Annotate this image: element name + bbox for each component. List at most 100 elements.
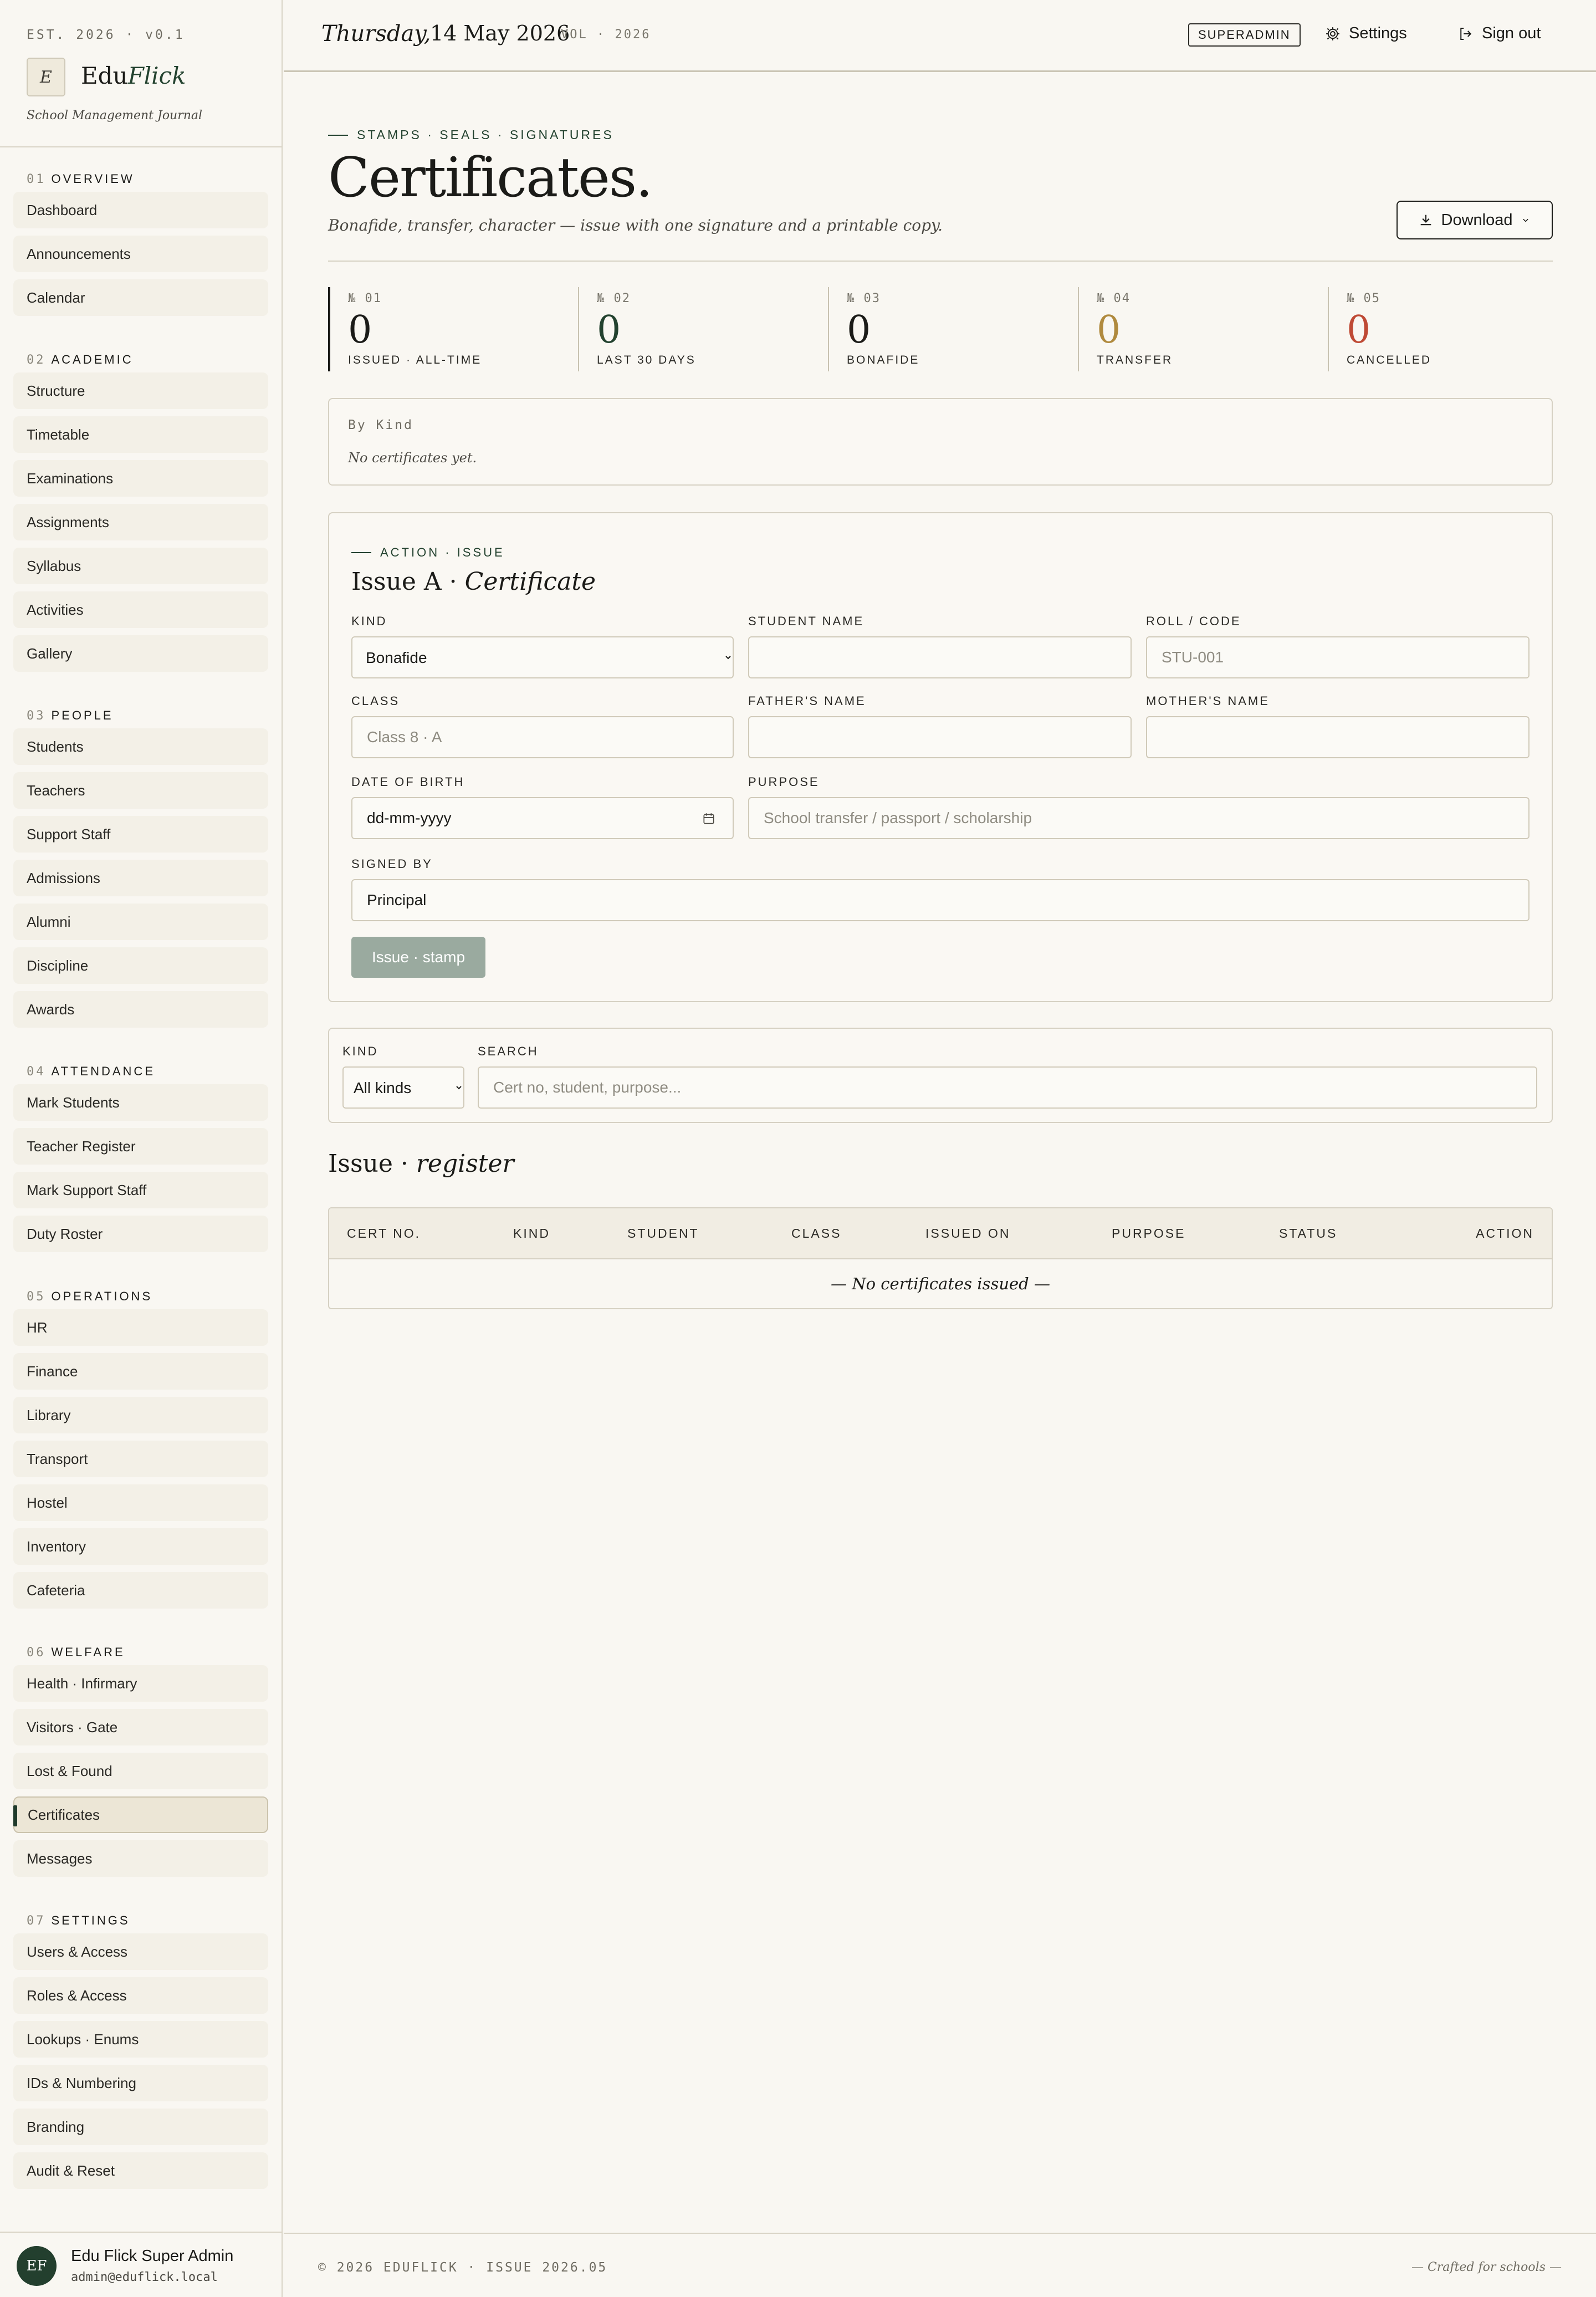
sidebar-item-support-staff[interactable]: Support Staff	[13, 816, 268, 853]
stat-card: № 01 0 ISSUED · ALL-TIME	[328, 287, 572, 371]
settings-link[interactable]: Settings	[1324, 24, 1407, 43]
sidebar-item-lookups-enums[interactable]: Lookups · Enums	[13, 2021, 268, 2058]
table-empty-row: — No certificates issued —	[831, 1274, 1050, 1293]
sidebar-item-activities[interactable]: Activities	[13, 591, 268, 628]
stat-value: 0	[847, 308, 871, 352]
purpose-input[interactable]	[748, 797, 1530, 839]
sidebar-item-duty-roster[interactable]: Duty Roster	[13, 1216, 268, 1252]
student-name-input[interactable]	[748, 636, 1132, 678]
filter-kind-select[interactable]: All kinds	[342, 1066, 464, 1109]
sidebar-item-inventory[interactable]: Inventory	[13, 1528, 268, 1565]
sidebar-item-dashboard[interactable]: Dashboard	[13, 192, 268, 228]
download-icon	[1420, 215, 1431, 226]
brand-name[interactable]: EduFlick	[81, 62, 186, 89]
sidebar-item-assignments[interactable]: Assignments	[13, 504, 268, 540]
sidebar-item-branding[interactable]: Branding	[13, 2109, 268, 2145]
column-header-student[interactable]: STUDENT	[627, 1226, 699, 1241]
stat-value: 0	[1347, 308, 1371, 352]
nav-section-title: WELFARE	[51, 1645, 125, 1659]
father-name-label: FATHER'S NAME	[748, 694, 866, 708]
sidebar-item-finance[interactable]: Finance	[13, 1353, 268, 1390]
download-button[interactable]: Download	[1396, 201, 1553, 239]
sidebar-item-hr[interactable]: HR	[13, 1309, 268, 1346]
purpose-label: PURPOSE	[748, 775, 820, 789]
nav-section-overview: 01 OVERVIEW	[27, 172, 135, 186]
header-vol: VOL · 2026	[561, 28, 651, 42]
sidebar-item-ids-numbering[interactable]: IDs & Numbering	[13, 2065, 268, 2101]
sidebar-item-health-infirmary[interactable]: Health · Infirmary	[13, 1665, 268, 1702]
kind-label: KIND	[351, 614, 387, 628]
column-header-purpose[interactable]: PURPOSE	[1112, 1226, 1185, 1241]
search-label: SEARCH	[478, 1044, 539, 1058]
sidebar-item-certificates[interactable]: Certificates	[13, 1796, 268, 1833]
dob-input[interactable]	[351, 797, 734, 839]
sidebar: EST. 2026 · v0.1 E EduFlick School Manag…	[0, 0, 283, 2297]
role-badge: SUPERADMIN	[1188, 23, 1301, 47]
mother-name-label: MOTHER'S NAME	[1146, 694, 1270, 708]
sidebar-item-syllabus[interactable]: Syllabus	[13, 548, 268, 584]
nav-section-attendance: 04 ATTENDANCE	[27, 1064, 155, 1079]
column-header-cert-no[interactable]: CERT NO.	[347, 1226, 421, 1241]
stat-label: BONAFIDE	[847, 354, 920, 366]
brand-logo[interactable]: E	[27, 58, 65, 96]
class-input[interactable]	[351, 716, 734, 758]
sidebar-item-library[interactable]: Library	[13, 1397, 268, 1433]
sidebar-item-users-access[interactable]: Users & Access	[13, 1933, 268, 1970]
sidebar-item-discipline[interactable]: Discipline	[13, 947, 268, 984]
stat-number: № 02	[597, 292, 631, 305]
header-day: Thursday,	[321, 21, 431, 47]
issue-title: Issue A · Certificate	[351, 568, 596, 596]
gear-icon	[1326, 27, 1339, 40]
sidebar-item-mark-support-staff[interactable]: Mark Support Staff	[13, 1172, 268, 1208]
signed-by-input[interactable]	[351, 879, 1530, 921]
page-subtitle: Bonafide, transfer, character — issue wi…	[328, 216, 943, 234]
sidebar-item-hostel[interactable]: Hostel	[13, 1484, 268, 1521]
stat-card: № 05 0 CANCELLED	[1328, 287, 1572, 371]
brand-est: EST. 2026 · v0.1	[27, 28, 185, 42]
nav-section-number: 01	[27, 172, 46, 186]
filter-card: KIND All kinds SEARCH	[328, 1028, 1553, 1123]
page-title: Certificates.	[328, 146, 653, 210]
stat-card: № 02 0 LAST 30 DAYS	[578, 287, 822, 371]
sidebar-item-examinations[interactable]: Examinations	[13, 460, 268, 497]
nav-section-people: 03 PEOPLE	[27, 708, 114, 723]
signout-link[interactable]: Sign out	[1457, 24, 1541, 43]
sidebar-item-announcements[interactable]: Announcements	[13, 236, 268, 272]
father-name-input[interactable]	[748, 716, 1132, 758]
sidebar-item-mark-students[interactable]: Mark Students	[13, 1084, 268, 1121]
sidebar-item-lost-found[interactable]: Lost & Found	[13, 1753, 268, 1789]
stat-number: № 03	[847, 292, 881, 305]
sidebar-item-cafeteria[interactable]: Cafeteria	[13, 1572, 268, 1609]
column-header-issued-on[interactable]: ISSUED ON	[925, 1226, 1011, 1241]
calendar-icon[interactable]	[702, 811, 716, 826]
sidebar-item-teacher-register[interactable]: Teacher Register	[13, 1128, 268, 1165]
sidebar-item-timetable[interactable]: Timetable	[13, 416, 268, 453]
top-bar: Thursday, 14 May 2026 VOL · 2026 SUPERAD…	[284, 0, 1596, 72]
sidebar-item-structure[interactable]: Structure	[13, 372, 268, 409]
user-profile[interactable]: EF Edu Flick Super Admin admin@eduflick.…	[0, 2232, 282, 2297]
kind-select[interactable]: Bonafide	[351, 636, 734, 678]
sidebar-item-audit-reset[interactable]: Audit & Reset	[13, 2152, 268, 2189]
column-header-action[interactable]: ACTION	[1476, 1226, 1534, 1241]
issue-stamp-button[interactable]: Issue · stamp	[351, 937, 485, 978]
column-header-kind[interactable]: KIND	[513, 1226, 550, 1241]
mother-name-input[interactable]	[1146, 716, 1530, 758]
search-input[interactable]	[478, 1066, 1537, 1109]
sidebar-item-admissions[interactable]: Admissions	[13, 860, 268, 896]
sidebar-item-students[interactable]: Students	[13, 728, 268, 765]
sidebar-item-messages[interactable]: Messages	[13, 1840, 268, 1877]
sidebar-item-transport[interactable]: Transport	[13, 1441, 268, 1477]
sidebar-item-calendar[interactable]: Calendar	[13, 279, 268, 316]
sidebar-item-awards[interactable]: Awards	[13, 991, 268, 1028]
sidebar-item-roles-access[interactable]: Roles & Access	[13, 1977, 268, 2014]
sidebar-item-alumni[interactable]: Alumni	[13, 904, 268, 940]
stat-value: 0	[1097, 308, 1121, 352]
sidebar-item-visitors-gate[interactable]: Visitors · Gate	[13, 1709, 268, 1745]
sidebar-item-gallery[interactable]: Gallery	[13, 635, 268, 672]
column-header-class[interactable]: CLASS	[791, 1226, 841, 1241]
sidebar-item-teachers[interactable]: Teachers	[13, 772, 268, 809]
column-header-status[interactable]: STATUS	[1279, 1226, 1337, 1241]
stats-row: № 01 0 ISSUED · ALL-TIME № 02 0 LAST 30 DAYS №…	[328, 287, 1553, 371]
roll-code-input[interactable]	[1146, 636, 1530, 678]
by-kind-empty: No certificates yet.	[348, 450, 477, 466]
